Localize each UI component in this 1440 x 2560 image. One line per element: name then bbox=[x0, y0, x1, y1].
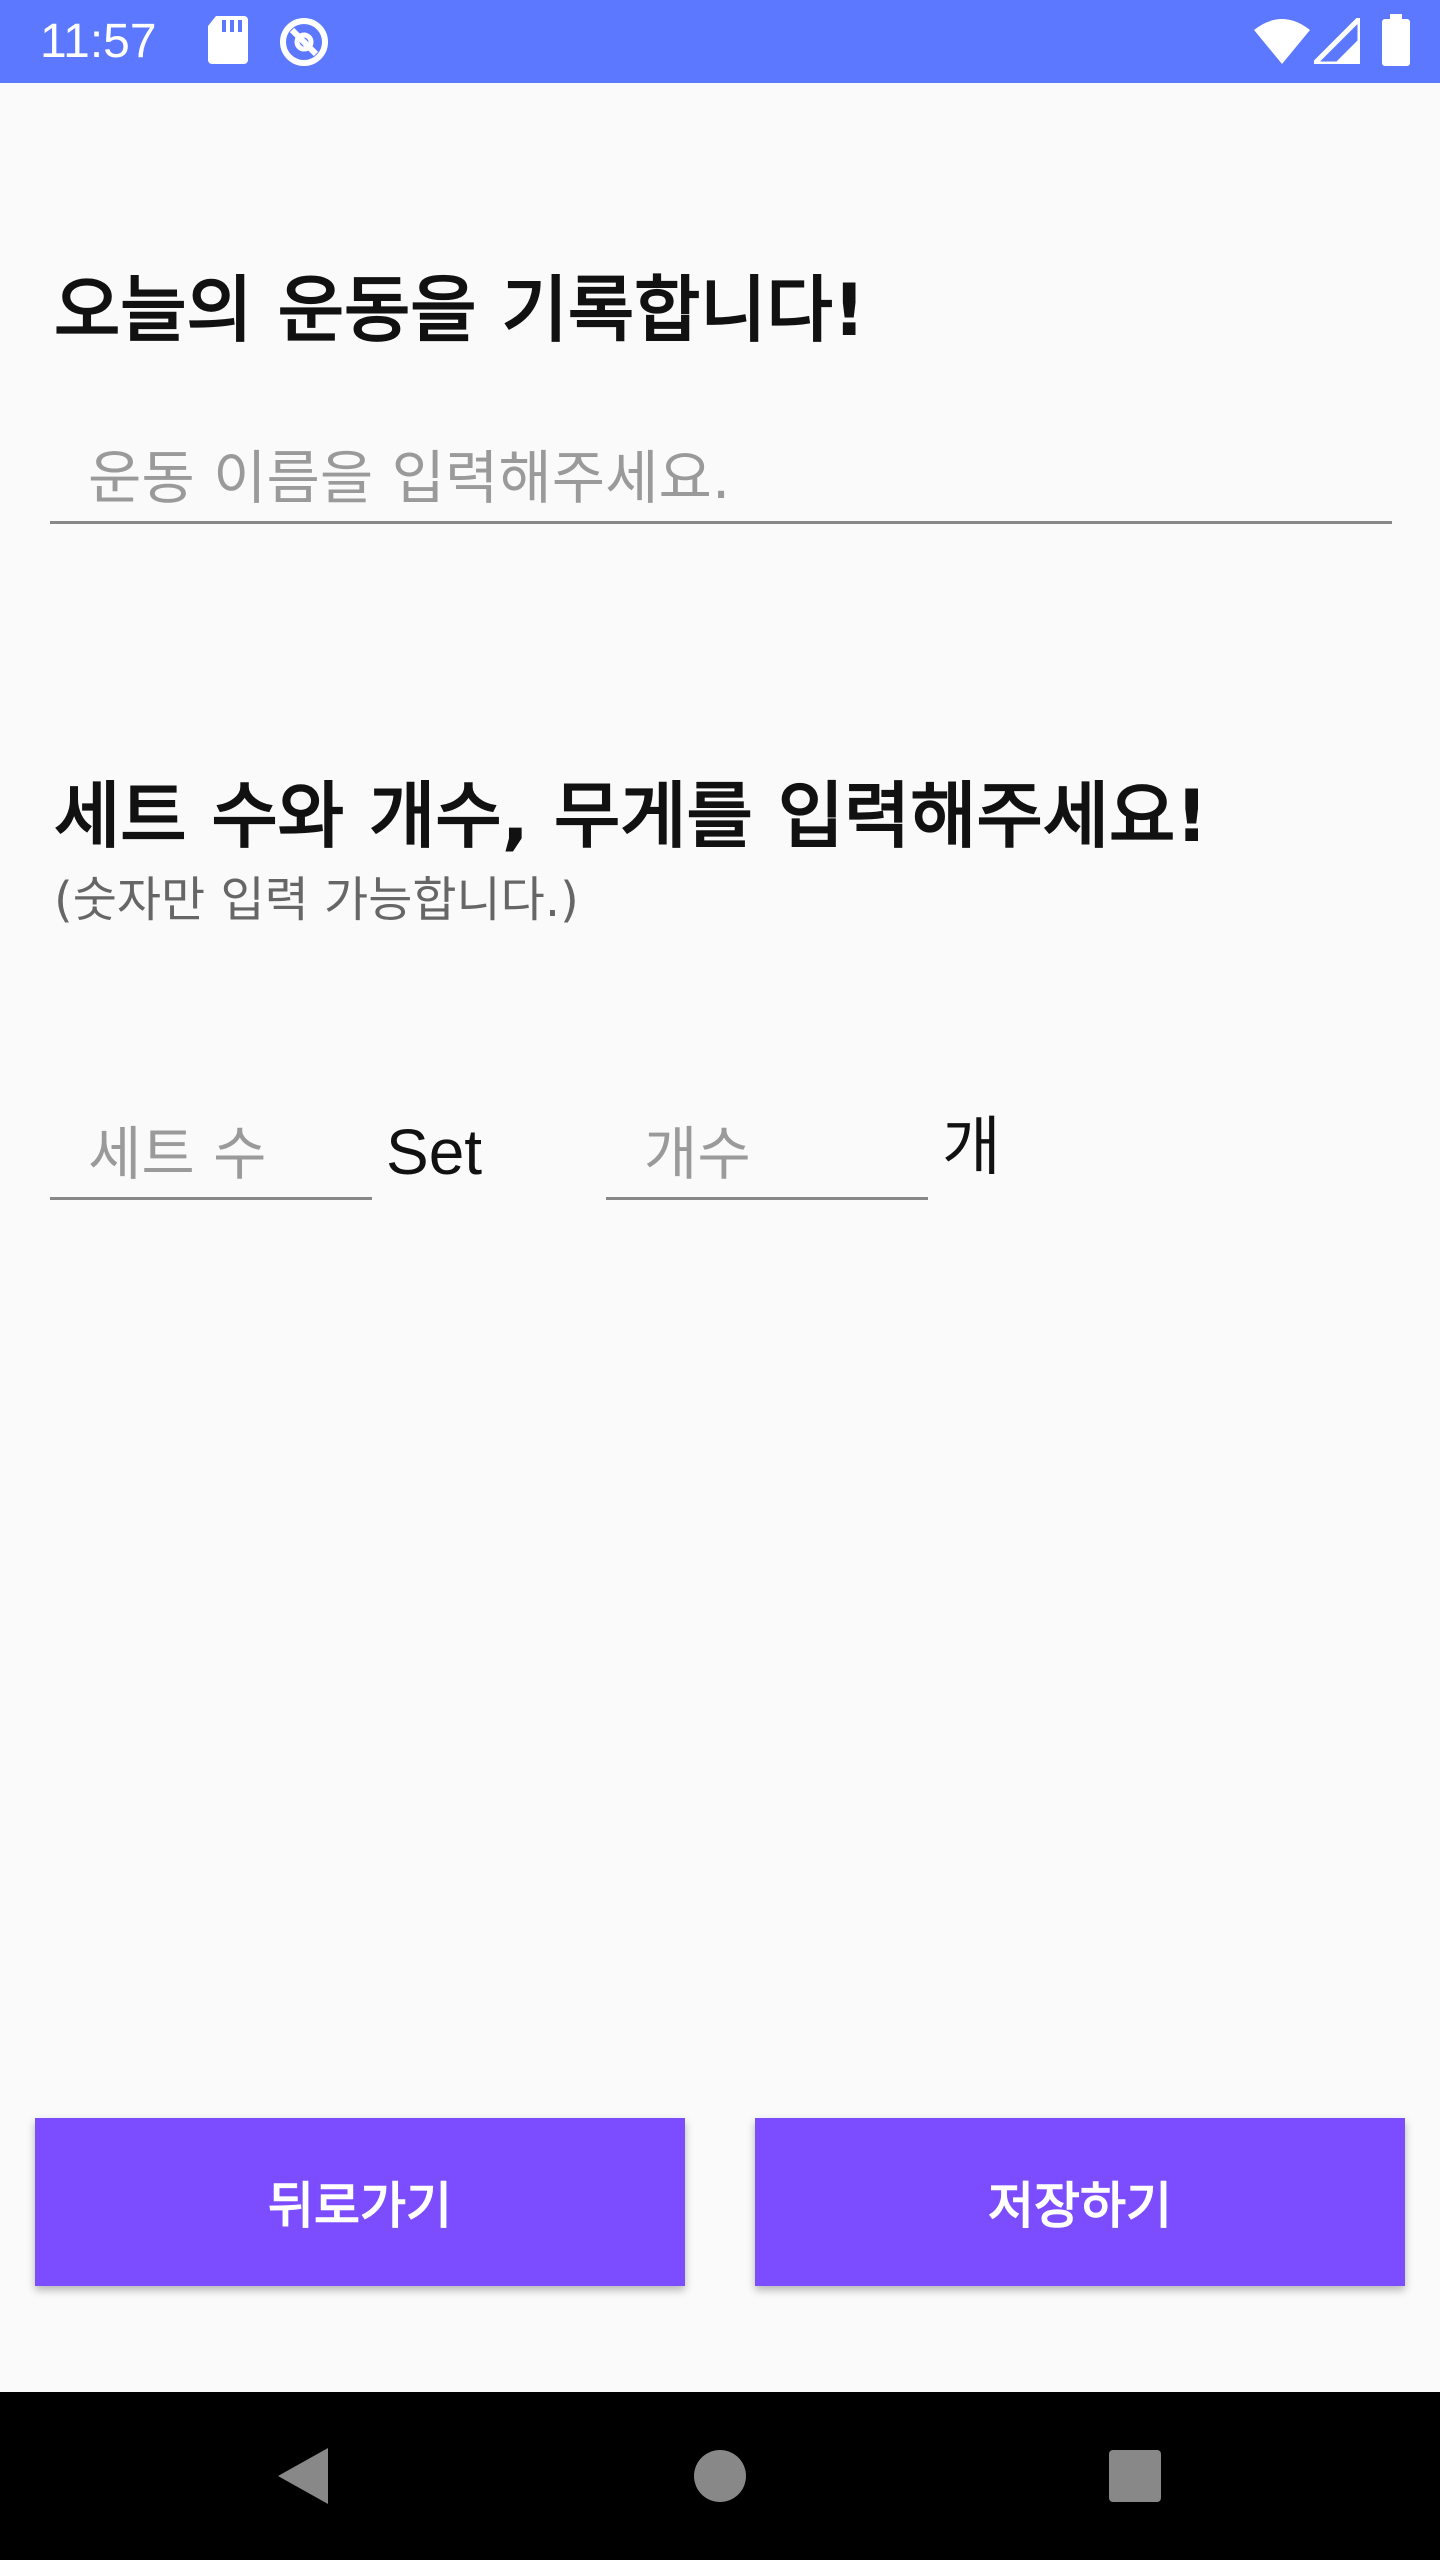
sd-card-icon bbox=[208, 16, 248, 64]
battery-icon bbox=[1382, 14, 1410, 66]
reps-input[interactable] bbox=[606, 1110, 928, 1197]
save-button[interactable]: 저장하기 bbox=[755, 2118, 1405, 2286]
wifi-icon bbox=[1254, 18, 1310, 64]
home-circle-icon[interactable] bbox=[680, 2436, 760, 2516]
numbers-only-hint: (숫자만 입력 가능합니다.) bbox=[54, 872, 579, 928]
back-triangle-icon[interactable] bbox=[262, 2436, 342, 2516]
reps-unit-label: 개 bbox=[942, 1111, 1001, 1185]
screen: 11:57 오늘의 운동을 기록합니다! 운동 이름을 입력해주세요. 세트 수… bbox=[0, 0, 1440, 2560]
cell-signal-icon bbox=[1314, 18, 1360, 64]
sets-unit-label: Set bbox=[386, 1116, 483, 1188]
sets-section-title: 세트 수와 개수, 무게를 입력해주세요! bbox=[54, 774, 1209, 858]
navigation-bar bbox=[0, 2392, 1440, 2560]
sets-input[interactable] bbox=[50, 1110, 372, 1197]
recents-square-icon[interactable] bbox=[1095, 2436, 1175, 2516]
back-button[interactable]: 뒤로가기 bbox=[35, 2118, 685, 2286]
sets-field[interactable] bbox=[50, 1110, 372, 1200]
status-bar: 11:57 bbox=[0, 0, 1440, 83]
exercise-name-field[interactable] bbox=[50, 434, 1392, 524]
do-not-disturb-icon bbox=[278, 16, 330, 68]
reps-field[interactable] bbox=[606, 1110, 928, 1200]
exercise-name-input[interactable] bbox=[50, 434, 1392, 521]
page-title: 오늘의 운동을 기록합니다! bbox=[54, 268, 866, 352]
status-time: 11:57 bbox=[40, 15, 157, 68]
